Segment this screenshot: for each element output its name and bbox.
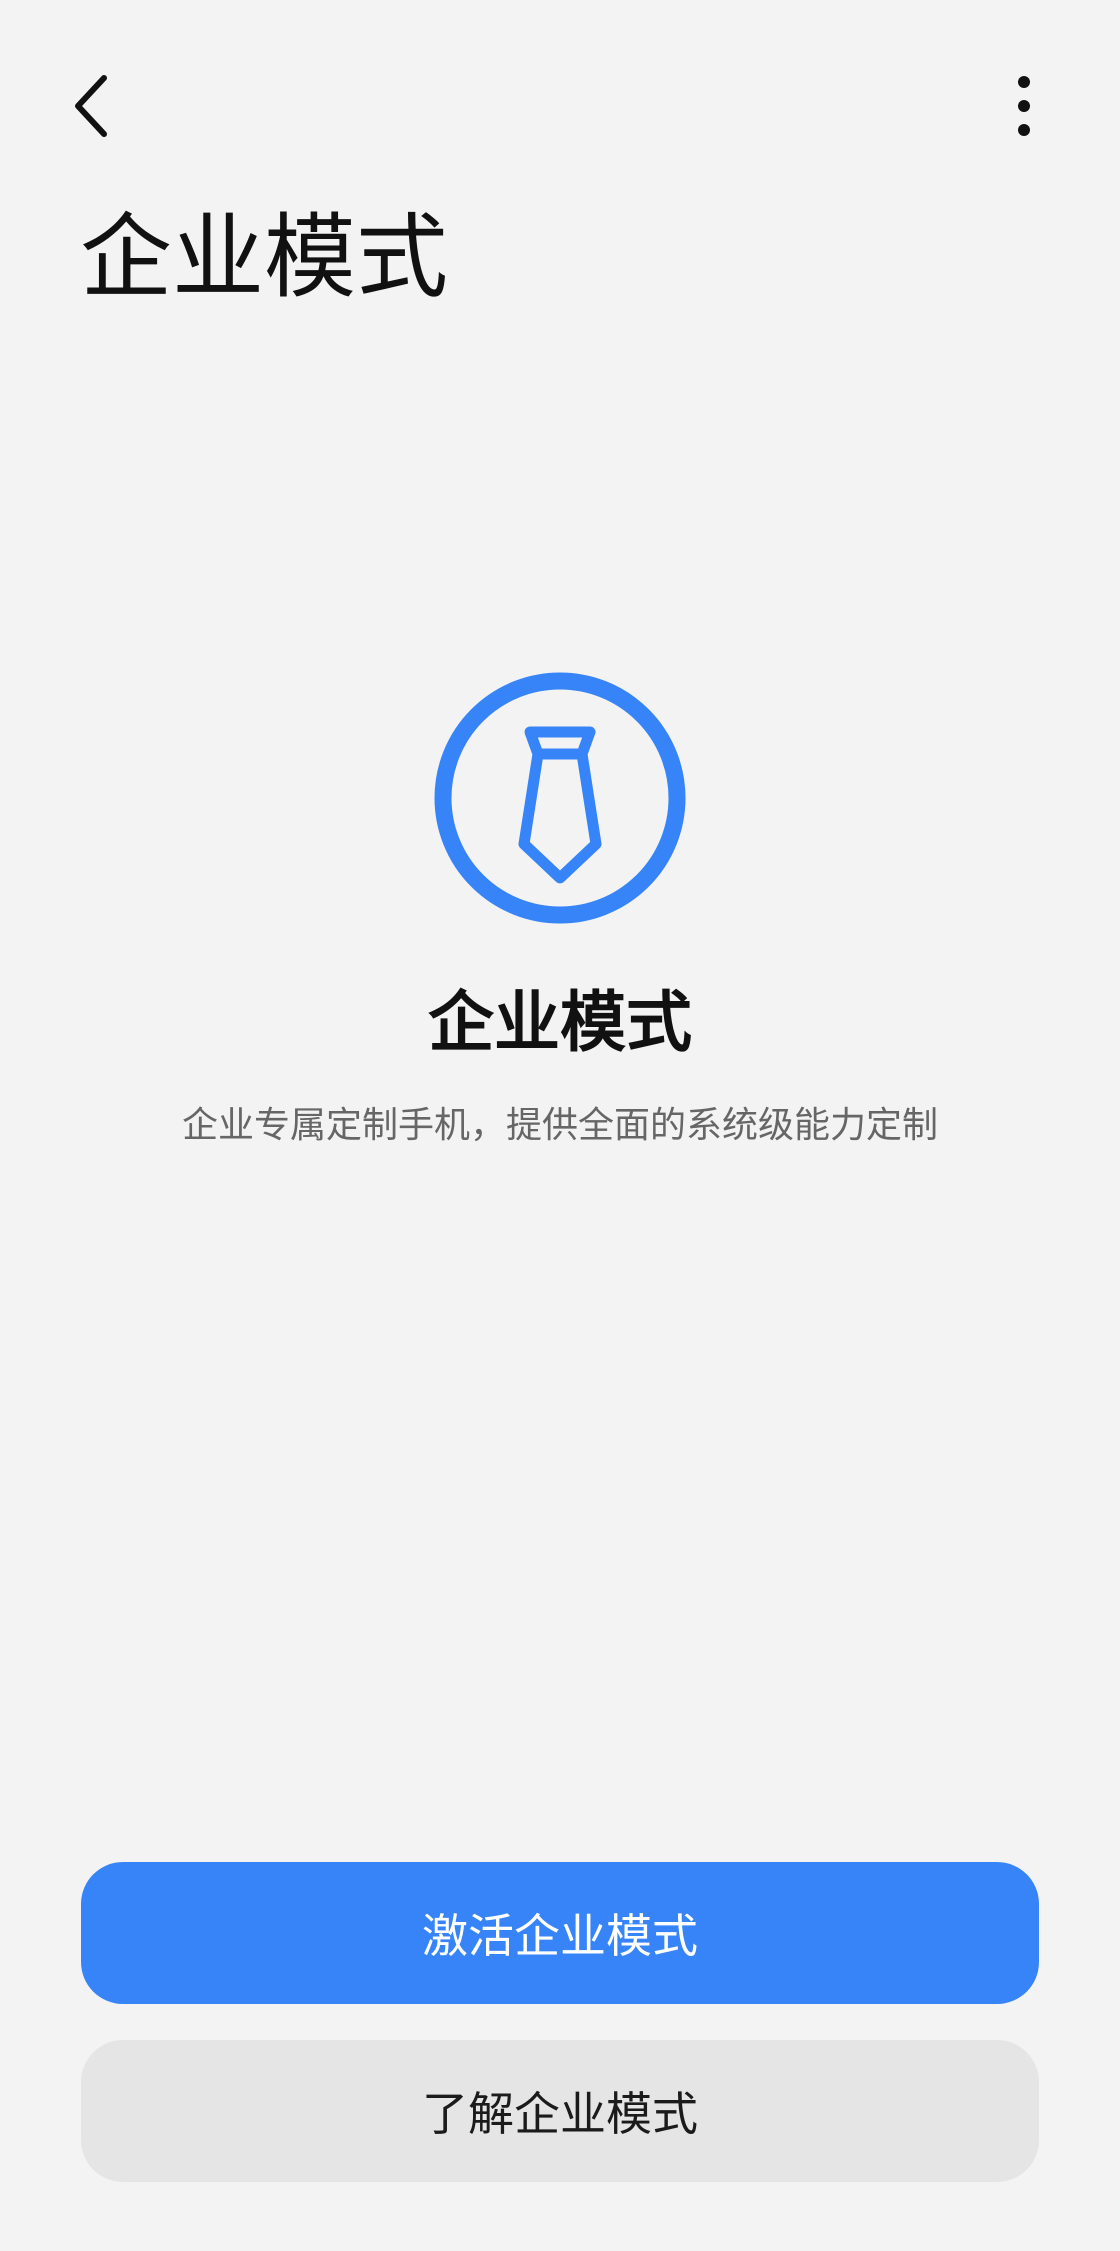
back-button[interactable] [62,66,122,146]
hero-title: 企业模式 [428,984,692,1061]
page-title: 企业模式 [80,204,449,311]
more-vertical-icon [1018,76,1030,136]
tie-icon [434,672,686,924]
hero-description: 企业专属定制手机，提供全面的系统级能力定制 [181,1105,938,1146]
learn-enterprise-mode-button[interactable]: 了解企业模式 [81,2040,1039,2182]
more-options-button[interactable] [994,66,1054,146]
chevron-left-icon [75,75,107,137]
activate-enterprise-mode-button[interactable]: 激活企业模式 [81,1862,1039,2004]
